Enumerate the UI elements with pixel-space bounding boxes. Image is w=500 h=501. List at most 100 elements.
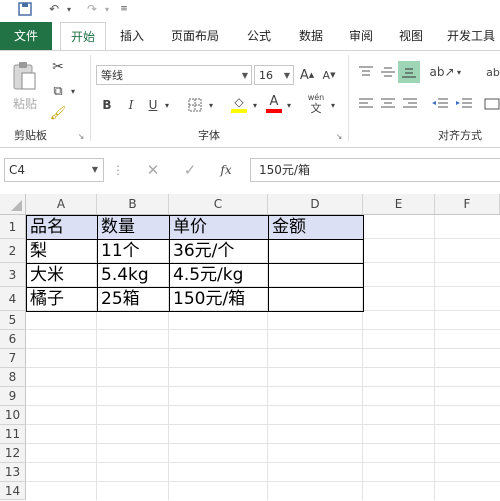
tab-view[interactable]: 视图 [390, 22, 432, 50]
undo-icon[interactable]: ↶ [44, 0, 64, 18]
font-color-dropdown-icon[interactable]: ▾ [284, 95, 294, 115]
phonetic-guide-icon[interactable]: wén 文 [304, 91, 328, 117]
underline-dropdown-icon[interactable]: ▾ [162, 95, 172, 115]
row-header-11[interactable]: 11 [0, 425, 26, 444]
decrease-indent-icon[interactable] [430, 95, 450, 113]
fill-color-icon[interactable]: ◇ [228, 93, 250, 115]
merge-center-icon[interactable] [484, 95, 500, 113]
decrease-font-icon[interactable]: A ▼ [320, 65, 338, 85]
row-header-2[interactable]: 2 [0, 239, 26, 263]
fill-color-dropdown-icon[interactable]: ▾ [250, 95, 260, 115]
tab-review[interactable]: 审阅 [340, 22, 382, 50]
cell-a3[interactable]: 大米 [27, 263, 97, 287]
cell-a2[interactable]: 梨 [27, 239, 97, 263]
row-header-13[interactable]: 13 [0, 463, 26, 482]
copy-dropdown-icon[interactable]: ▾ [68, 81, 78, 101]
orientation-icon[interactable]: ab↗ [429, 63, 454, 81]
cell-b4[interactable]: 25箱 [98, 287, 169, 311]
row-header-5[interactable]: 5 [0, 311, 26, 330]
column-header-e[interactable]: E [363, 194, 435, 215]
tab-home[interactable]: 开始 [60, 22, 106, 51]
phonetic-pinyin-text: wén [307, 93, 325, 102]
bottom-align-icon[interactable] [398, 61, 420, 83]
quick-access-toolbar: ↶ ▾ ↷ ▾ ≡ [0, 0, 500, 20]
phonetic-dropdown-icon[interactable]: ▾ [328, 95, 338, 115]
paste-label[interactable]: 粘贴 [10, 95, 40, 111]
formula-input[interactable]: 150元/箱 [250, 158, 500, 182]
row-header-10[interactable]: 10 [0, 406, 26, 425]
middle-align-icon[interactable] [378, 63, 398, 81]
redo-dropdown-icon[interactable]: ▾ [102, 0, 112, 18]
align-left-icon[interactable] [356, 95, 376, 113]
row-header-3[interactable]: 3 [0, 263, 26, 287]
row-header-6[interactable]: 6 [0, 330, 26, 349]
cell-d4[interactable] [269, 287, 363, 311]
column-header-a[interactable]: A [26, 194, 97, 215]
cell-c4[interactable]: 150元/箱 [170, 287, 268, 311]
insert-function-icon[interactable]: fx [214, 161, 238, 179]
undo-dropdown-icon[interactable]: ▾ [64, 0, 74, 18]
customize-toolbar-icon[interactable]: ≡ [118, 0, 130, 18]
italic-button[interactable]: I [122, 95, 140, 115]
wrap-text-icon[interactable]: ab [486, 63, 500, 81]
row-header-7[interactable]: 7 [0, 349, 26, 368]
copy-icon[interactable]: ⧉ [48, 81, 68, 101]
bold-button[interactable]: B [98, 95, 116, 115]
align-right-icon[interactable] [400, 95, 420, 113]
paste-icon[interactable] [8, 59, 40, 93]
cell-c3[interactable]: 4.5元/kg [170, 263, 268, 287]
formula-bar-resize-icon[interactable]: ⋮ [112, 161, 124, 179]
borders-icon[interactable] [186, 95, 204, 115]
font-size-select[interactable]: 16 ▼ [254, 65, 294, 85]
font-name-select[interactable]: 等线 ▼ [96, 65, 252, 85]
enter-icon[interactable]: ✓ [180, 161, 200, 179]
format-painter-icon[interactable]: 🖌 [48, 103, 68, 123]
row-header-8[interactable]: 8 [0, 368, 26, 387]
name-box-value: C4 [9, 163, 26, 177]
cell-d3[interactable] [269, 263, 363, 287]
column-header-f[interactable]: F [435, 194, 500, 215]
row-header-9[interactable]: 9 [0, 387, 26, 406]
top-align-icon[interactable] [356, 63, 376, 81]
font-size-value: 16 [259, 69, 273, 82]
save-icon[interactable] [16, 0, 34, 18]
row-header-12[interactable]: 12 [0, 444, 26, 463]
tab-insert[interactable]: 插入 [112, 22, 152, 50]
cancel-icon[interactable]: ✕ [143, 161, 163, 179]
name-box[interactable]: C4 ▼ [4, 158, 104, 182]
name-box-dropdown-icon[interactable]: ▼ [92, 159, 98, 181]
borders-dropdown-icon[interactable]: ▾ [206, 95, 216, 115]
cut-icon[interactable]: ✂ [48, 57, 68, 77]
cell-d1[interactable]: 金额 [269, 215, 363, 239]
cell-b1[interactable]: 数量 [98, 215, 169, 239]
redo-icon[interactable]: ↷ [82, 0, 102, 18]
tab-developer[interactable]: 开发工具 [442, 22, 500, 50]
tab-page-layout[interactable]: 页面布局 [164, 22, 226, 50]
align-center-icon[interactable] [378, 95, 398, 113]
cell-b2[interactable]: 11个 [98, 239, 169, 263]
cell-c2[interactable]: 36元/个 [170, 239, 268, 263]
underline-button[interactable]: U [144, 95, 162, 115]
row-header-14[interactable]: 14 [0, 482, 26, 500]
worksheet-grid: A B C D E F 1 2 3 4 5 6 7 8 9 10 11 12 1… [0, 194, 500, 500]
cell-d2[interactable] [269, 239, 363, 263]
column-header-d[interactable]: D [268, 194, 363, 215]
cell-b3[interactable]: 5.4kg [98, 263, 169, 287]
column-header-b[interactable]: B [97, 194, 169, 215]
row-header-4[interactable]: 4 [0, 287, 26, 311]
font-launcher-icon[interactable]: ↘ [334, 131, 344, 141]
cell-c1[interactable]: 单价 [170, 215, 268, 239]
increase-indent-icon[interactable] [454, 95, 474, 113]
column-header-c[interactable]: C [169, 194, 268, 215]
cell-a1[interactable]: 品名 [27, 215, 97, 239]
tab-formulas[interactable]: 公式 [238, 22, 280, 50]
orientation-dropdown-icon[interactable]: ▾ [454, 63, 464, 81]
select-all-corner[interactable] [0, 194, 26, 215]
tab-data[interactable]: 数据 [290, 22, 332, 50]
increase-font-icon[interactable]: A ▲ [298, 65, 316, 85]
row-header-1[interactable]: 1 [0, 215, 26, 239]
tab-file[interactable]: 文件 [0, 22, 52, 50]
font-color-icon[interactable]: A [264, 93, 284, 115]
cell-a4[interactable]: 橘子 [27, 287, 97, 311]
clipboard-launcher-icon[interactable]: ↘ [76, 131, 86, 141]
